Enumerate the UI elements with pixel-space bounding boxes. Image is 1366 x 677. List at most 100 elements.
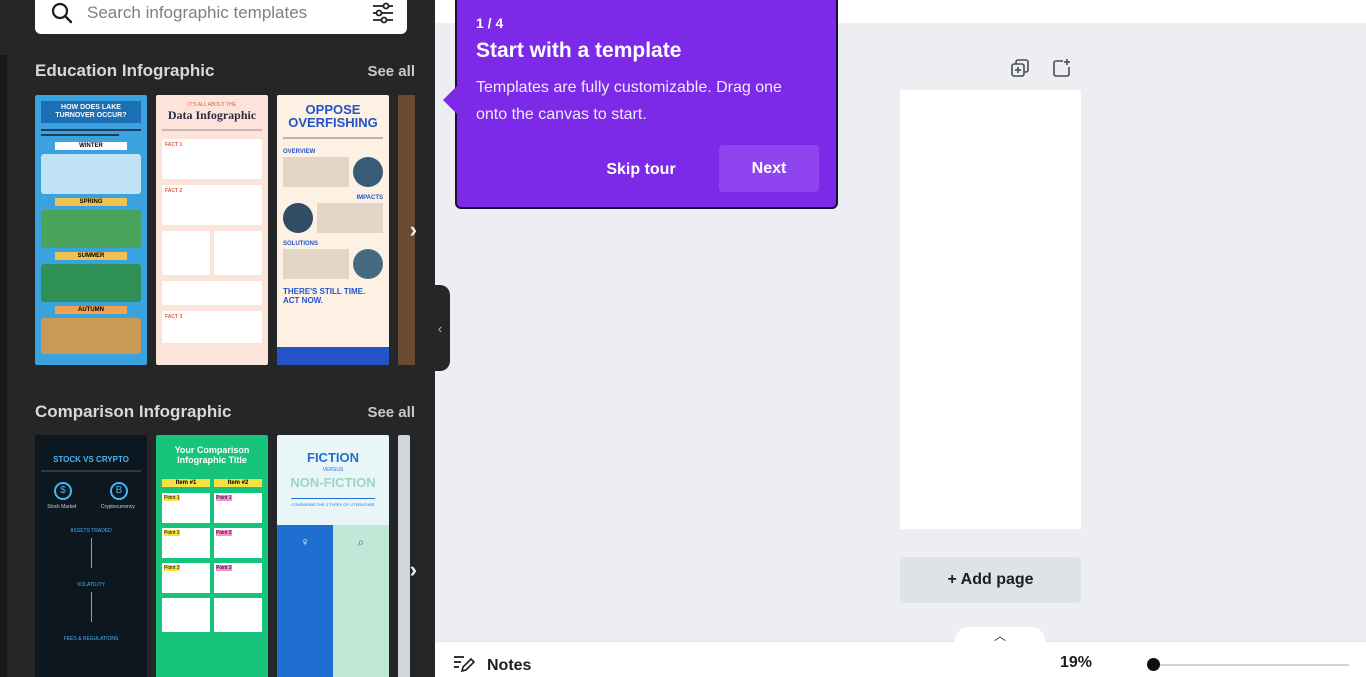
bar-chart-card [214, 598, 262, 632]
see-all-comparison-button[interactable]: See all [367, 404, 415, 421]
template-heading-2: NON-FICTION [290, 475, 376, 490]
template-heading: HOW DOES LAKE TURNOVER OCCUR? [41, 101, 141, 123]
notes-button[interactable]: Notes [453, 653, 531, 677]
point-row: Point 3 Point 3 [162, 563, 262, 593]
market-label: Stock Market [47, 504, 77, 510]
bitcoin-coin-icon: B [110, 482, 128, 500]
point-row: Point 2 Point 2 [162, 528, 262, 558]
template-heading: STOCK VS CRYPTO [53, 455, 129, 464]
point-card: Point 2 [214, 528, 262, 558]
comparison-templates-row: STOCK VS CRYPTO $ B Stock Market Cryptoc… [35, 435, 415, 677]
dollar-coin-icon: $ [54, 482, 72, 500]
chevron-left-icon: ‹ [437, 320, 443, 336]
section-title-comparison: Comparison Infographic [35, 402, 232, 421]
pie-card [162, 231, 210, 275]
summer-illustration [41, 264, 141, 302]
search-box[interactable]: Search infographic templates [35, 0, 407, 34]
template-subheading: VERSUS [322, 467, 344, 473]
skip-tour-button[interactable]: Skip tour [591, 146, 691, 193]
point-label: Point 3 [216, 565, 232, 571]
zoom-slider-handle[interactable] [1147, 658, 1160, 671]
comparison-columns: ♀ ⌕ [277, 525, 389, 677]
fact-card: FACT 3 [162, 311, 262, 343]
template-heading: Your Comparison Infographic Title [174, 445, 250, 465]
overview-block [283, 157, 383, 187]
winter-illustration [41, 154, 141, 194]
zoom-slider[interactable] [1147, 658, 1349, 671]
photo-circle [353, 157, 383, 187]
zoom-percentage[interactable]: 19% [1060, 654, 1092, 672]
notes-label: Notes [487, 656, 532, 674]
chevron-up-icon: ︿ [993, 628, 1006, 643]
see-all-education-button[interactable]: See all [367, 63, 415, 80]
row-label: ASSETS TRADED [70, 528, 112, 534]
scroll-right-arrow-icon[interactable]: › [410, 557, 417, 583]
autumn-illustration [41, 318, 141, 354]
bar-card [214, 231, 262, 275]
point-card: Point 3 [162, 563, 210, 593]
template-card-oppose-overfishing[interactable]: OPPOSE OVERFISHING OVERVIEW IMPACTS SOLU… [277, 95, 389, 365]
scroll-right-arrow-icon[interactable]: › [410, 217, 417, 243]
expand-pages-button[interactable]: ︿ [955, 627, 1045, 643]
coin-icons: $ B [35, 482, 147, 500]
template-card-your-comparison[interactable]: Your Comparison Infographic Title Item #… [156, 435, 268, 677]
tour-step-counter: 1 / 4 [476, 15, 504, 31]
template-heading: FICTION [307, 450, 359, 465]
collapse-panel-button[interactable]: ‹ [430, 285, 450, 371]
section-label: IMPACTS [356, 195, 383, 201]
market-labels: Stock Market Cryptocurrency [35, 504, 147, 510]
market-label: Cryptocurrency [100, 504, 135, 510]
text-block [283, 249, 349, 279]
add-page-icon[interactable] [1052, 58, 1072, 83]
lightbulb-icon: ♀ [277, 525, 333, 677]
season-label: SPRING [55, 198, 127, 206]
template-heading: Data Infographic [167, 108, 257, 122]
point-card: Point 3 [214, 563, 262, 593]
template-card-partial[interactable] [398, 435, 410, 677]
fact-card: FACT 1 [162, 139, 262, 179]
text-block [283, 157, 349, 187]
template-card-fiction-vs-nonfiction[interactable]: FICTION VERSUS NON-FICTION COMPARING THE… [277, 435, 389, 677]
next-button[interactable]: Next [719, 145, 819, 192]
fact-label: FACT 3 [165, 314, 183, 320]
point-card: Point 1 [214, 493, 262, 523]
tour-title: Start with a template [476, 39, 682, 62]
search-input[interactable]: Search infographic templates [87, 3, 371, 23]
template-card-stock-vs-crypto[interactable]: STOCK VS CRYPTO $ B Stock Market Cryptoc… [35, 435, 147, 677]
impacts-block [283, 203, 383, 233]
fact-label: FACT 2 [165, 188, 183, 194]
add-page-button[interactable]: + Add page [900, 557, 1081, 603]
text-line [162, 129, 262, 131]
templates-panel: Search infographic templates Education I… [0, 0, 435, 677]
item-header: Item #2 [214, 479, 262, 487]
note-card [162, 281, 262, 305]
search-icon [51, 2, 73, 24]
text-line [283, 137, 383, 139]
item-headers: Item #1 Item #2 [162, 479, 262, 487]
point-row: Point 1 Point 1 [162, 493, 262, 523]
text-line [41, 134, 120, 136]
template-card-lake-turnover[interactable]: HOW DOES LAKE TURNOVER OCCUR? WINTER SPR… [35, 95, 147, 365]
template-heading: OPPOSE OVERFISHING [288, 102, 378, 130]
fact-card: FACT 2 [162, 185, 262, 225]
filter-sliders-icon[interactable] [371, 1, 395, 25]
magnifier-icon: ⌕ [333, 525, 389, 677]
divider [90, 538, 92, 568]
divider [90, 592, 92, 622]
point-card: Point 1 [162, 493, 210, 523]
editor-root: Search infographic templates Education I… [0, 0, 1366, 677]
point-label: Point 2 [216, 530, 232, 536]
template-card-data-infographic[interactable]: IT'S ALL ABOUT THE Data Infographic FACT… [156, 95, 268, 365]
duplicate-page-icon[interactable] [1010, 58, 1030, 83]
design-page[interactable] [900, 90, 1081, 529]
season-label: WINTER [55, 142, 127, 150]
chart-row [162, 598, 262, 632]
row-label: FEES & REGULATIONS [63, 636, 119, 642]
side-rail [0, 55, 7, 677]
popover-pointer [443, 86, 457, 114]
point-label: Point 1 [216, 495, 232, 501]
footer-band [277, 347, 389, 365]
education-templates-row: HOW DOES LAKE TURNOVER OCCUR? WINTER SPR… [35, 95, 415, 365]
text-line [41, 129, 141, 131]
item-header: Item #1 [162, 479, 210, 487]
